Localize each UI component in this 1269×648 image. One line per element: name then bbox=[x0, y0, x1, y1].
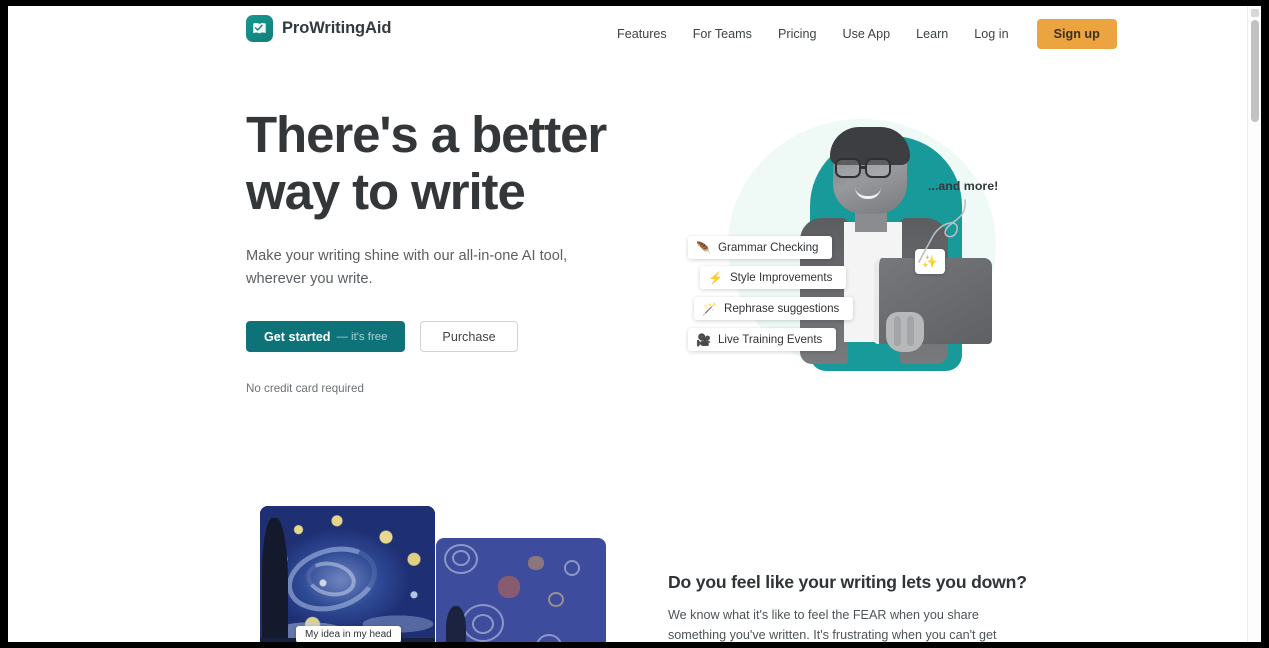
doodle-blob bbox=[498, 576, 520, 598]
feature-pill-label: Rephrase suggestions bbox=[723, 302, 840, 315]
book-check-logo-icon bbox=[246, 15, 273, 42]
feather-pen-icon: 🪶 bbox=[696, 240, 711, 255]
page-title: There's a better way to write bbox=[246, 106, 607, 220]
section-two-text-block: Do you feel like your writing lets you d… bbox=[668, 572, 1027, 642]
film-camera-icon: 🎥 bbox=[696, 332, 711, 347]
section-two-body: We know what it's like to feel the FEAR … bbox=[668, 608, 997, 642]
hero-illustration: 🪶 Grammar Checking ⚡ Style Improvements … bbox=[668, 101, 1028, 396]
doodle-spiral bbox=[564, 560, 580, 576]
doodle-spiral bbox=[472, 614, 494, 634]
scrollbar-thumb[interactable] bbox=[1251, 20, 1259, 122]
painting-cypress-tree bbox=[262, 518, 288, 642]
person-hand bbox=[886, 312, 924, 352]
nav-link-features[interactable]: Features bbox=[604, 27, 680, 41]
sign-up-button[interactable]: Sign up bbox=[1036, 19, 1117, 49]
page-viewport: ProWritingAid Features For Teams Pricing… bbox=[8, 6, 1261, 642]
nav-link-log-in[interactable]: Log in bbox=[961, 27, 1021, 41]
hero-cta-row: Get started — it's free Purchase bbox=[246, 321, 646, 352]
person-glasses-bridge bbox=[860, 166, 866, 169]
browser-frame: ProWritingAid Features For Teams Pricing… bbox=[0, 0, 1269, 648]
get-started-label: Get started bbox=[264, 329, 331, 344]
hero-text-block: There's a better way to write Make your … bbox=[246, 106, 646, 395]
nav-link-pricing[interactable]: Pricing bbox=[765, 27, 830, 41]
nav-link-use-app[interactable]: Use App bbox=[829, 27, 903, 41]
feature-pill-label: Live Training Events bbox=[717, 333, 823, 346]
page-content: ProWritingAid Features For Teams Pricing… bbox=[8, 6, 1247, 642]
hero-subtitle: Make your writing shine with our all-in-… bbox=[246, 248, 568, 287]
person-glasses-left-lens bbox=[835, 158, 861, 178]
get-started-button[interactable]: Get started — it's free bbox=[246, 321, 406, 352]
feature-pill-style-improvements: ⚡ Style Improvements bbox=[700, 266, 847, 289]
curly-arrow-icon bbox=[918, 199, 966, 263]
starry-night-card: My idea in my head bbox=[260, 506, 435, 642]
main-navigation: Features For Teams Pricing Use App Learn… bbox=[604, 6, 1117, 62]
and-more-callout: ...and more! bbox=[928, 179, 999, 193]
no-credit-card-note: No credit card required bbox=[246, 382, 364, 395]
site-header: ProWritingAid Features For Teams Pricing… bbox=[8, 6, 1247, 62]
doodle-spiral bbox=[536, 634, 562, 642]
brand-name: ProWritingAid bbox=[282, 19, 392, 37]
brand-logo-link[interactable]: ProWritingAid bbox=[246, 15, 391, 42]
vertical-scrollbar[interactable] bbox=[1247, 6, 1261, 642]
doodle-cypress-tree bbox=[446, 606, 466, 642]
nav-link-for-teams[interactable]: For Teams bbox=[680, 27, 765, 41]
nav-link-learn[interactable]: Learn bbox=[903, 27, 961, 41]
person-glasses-right-lens bbox=[865, 158, 891, 178]
feature-pill-rephrase-suggestions: 🪄 Rephrase suggestions bbox=[694, 297, 854, 320]
blue-doodle-card bbox=[436, 538, 606, 642]
doodle-spiral bbox=[452, 550, 470, 566]
scrollbar-up-button[interactable] bbox=[1251, 9, 1259, 17]
starry-night-caption: My idea in my head bbox=[296, 626, 401, 642]
section-two-title: Do you feel like your writing lets you d… bbox=[668, 572, 1027, 592]
doodle-spiral bbox=[548, 592, 564, 607]
lightning-bolt-icon: ⚡ bbox=[708, 270, 723, 285]
purchase-button[interactable]: Purchase bbox=[420, 321, 518, 352]
feature-pill-label: Style Improvements bbox=[729, 271, 833, 284]
feature-pill-label: Grammar Checking bbox=[717, 241, 819, 254]
doodle-blob bbox=[528, 556, 544, 570]
get-started-sublabel: — it's free bbox=[336, 330, 388, 343]
feature-pill-grammar-checking: 🪶 Grammar Checking bbox=[688, 236, 833, 259]
feature-pill-live-training-events: 🎥 Live Training Events bbox=[688, 328, 837, 351]
magic-wand-icon: 🪄 bbox=[702, 301, 717, 316]
